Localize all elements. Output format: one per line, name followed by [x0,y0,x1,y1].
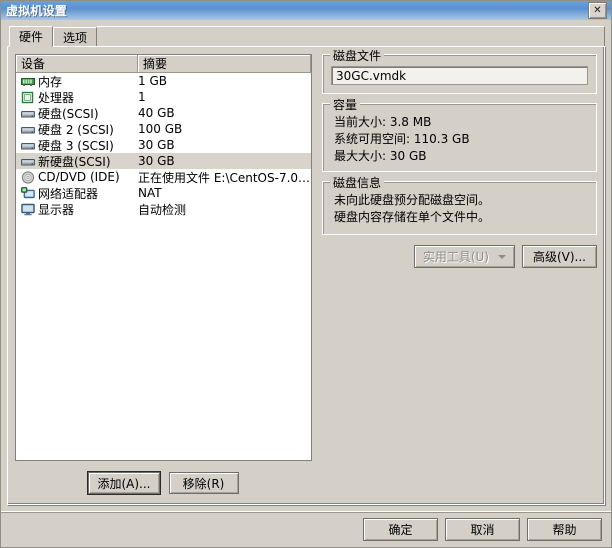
device-cell: CD/DVD (IDE) [21,170,138,184]
device-summary-label: NAT [138,186,162,200]
device-name-label: 显示器 [38,202,75,217]
device-cell: 网络适配器 [21,185,138,202]
device-cell: 处理器 [21,89,138,106]
memory-icon [21,75,35,88]
device-name-label: 内存 [38,74,63,89]
device-summary-label: 40 GB [138,106,175,120]
dialog-footer: 确定 取消 帮助 [1,511,611,547]
tab-strip-filler [97,26,605,46]
cddvd-icon [21,170,35,184]
device-row-4[interactable]: 硬盘 3 (SCSI) 30 GB [16,137,311,153]
harddisk-icon [21,107,35,120]
capacity-max-size: 最大大小: 30 GB [334,149,427,163]
device-summary-label: 100 GB [138,122,183,136]
column-header-summary[interactable]: 摘要 [138,55,311,72]
device-name-label: 硬盘(SCSI) [38,106,99,121]
device-row-7[interactable]: 网络适配器 NAT [16,185,311,201]
disk-file-group: 磁盘文件 30GC.vmdk [322,47,597,94]
help-button[interactable]: 帮助 [527,518,602,541]
device-row-0[interactable]: 内存 1 GB [16,73,311,89]
title-bar[interactable]: 虚拟机设置 ✕ [1,1,611,20]
device-cell: 硬盘 2 (SCSI) [21,121,138,138]
device-list-body: 内存 1 GB 处理器 1 硬盘(SCSI) 40 GB 硬盘 2 (SCSI) 100 GB… [16,73,311,460]
device-cell: 新硬盘(SCSI) [21,153,138,170]
add-button[interactable]: 添加(A)... [88,472,160,494]
chevron-down-icon [498,254,506,259]
device-name-label: CD/DVD (IDE) [38,170,120,184]
cancel-button[interactable]: 取消 [445,518,520,541]
device-name-label: 处理器 [38,90,75,105]
device-actions: 添加(A)... 移除(R) [15,461,312,498]
capacity-group-title: 容量 [330,96,361,113]
vm-settings-dialog: 虚拟机设置 ✕ 硬件 选项 设备 摘要 内存 1 GB 处理器 1 硬盘(SCS… [0,0,612,548]
device-summary-label: 30 GB [138,138,175,152]
disk-info-line-2: 硬盘内容存储在单个文件中。 [334,210,491,224]
device-list-header: 设备 摘要 [16,55,311,73]
capacity-current-size: 当前大小: 3.8 MB [334,115,432,129]
disk-info-line-1: 未向此硬盘预分配磁盘空间。 [334,193,491,207]
device-column: 设备 摘要 内存 1 GB 处理器 1 硬盘(SCSI) 40 GB 硬盘 2 (SCSI)… [15,54,312,498]
device-name-label: 硬盘 3 (SCSI) [38,138,114,153]
tab-hardware[interactable]: 硬件 [9,26,54,47]
device-summary-label: 1 [138,90,146,104]
close-icon[interactable]: ✕ [588,2,607,19]
panel-columns: 设备 摘要 内存 1 GB 处理器 1 硬盘(SCSI) 40 GB 硬盘 2 (SCSI)… [15,47,597,498]
network-icon [21,186,35,200]
device-row-3[interactable]: 硬盘 2 (SCSI) 100 GB [16,121,311,137]
device-summary-label: 1 GB [138,74,167,88]
capacity-group: 容量 当前大小: 3.8 MB 系统可用空间: 110.3 GB 最大大小: 3… [322,96,597,172]
tab-strip: 硬件 选项 [7,25,605,47]
disk-info-group-title: 磁盘信息 [330,174,385,191]
harddisk-icon [21,155,35,168]
display-icon [21,203,35,216]
hardware-tab-panel: 设备 摘要 内存 1 GB 处理器 1 硬盘(SCSI) 40 GB 硬盘 2 (SCSI)… [7,46,605,505]
disk-action-buttons: 实用工具(U) 高级(V)... [322,245,597,268]
disk-info-group: 磁盘信息 未向此硬盘预分配磁盘空间。 硬盘内容存储在单个文件中。 [322,174,597,235]
device-name-label: 网络适配器 [38,186,99,201]
disk-file-group-title: 磁盘文件 [330,47,385,64]
details-column: 磁盘文件 30GC.vmdk 容量 当前大小: 3.8 MB 系统可用空间: 1… [322,47,597,498]
device-row-5[interactable]: 新硬盘(SCSI) 30 GB [16,153,311,169]
tab-hardware-label: 硬件 [19,30,44,44]
advanced-button[interactable]: 高级(V)... [522,245,597,268]
device-row-2[interactable]: 硬盘(SCSI) 40 GB [16,105,311,121]
disk-file-input[interactable]: 30GC.vmdk [331,66,588,85]
device-cell: 硬盘 3 (SCSI) [21,137,138,154]
device-row-8[interactable]: 显示器 自动检测 [16,201,311,217]
cpu-icon [21,91,35,104]
capacity-system-free: 系统可用空间: 110.3 GB [334,132,470,146]
device-cell: 显示器 [21,201,138,218]
device-row-6[interactable]: CD/DVD (IDE) 正在使用文件 E:\CentOS-7.0-1406-..… [16,169,311,185]
harddisk-icon [21,123,35,136]
dialog-body: 硬件 选项 设备 摘要 内存 1 GB 处理器 1 硬盘(SCSI) 40 GB 硬盘 2 … [1,20,611,511]
ok-button[interactable]: 确定 [363,518,438,541]
device-cell: 内存 [21,73,138,90]
tab-options[interactable]: 选项 [53,27,98,46]
harddisk-icon [21,139,35,152]
window-title: 虚拟机设置 [6,4,68,18]
device-summary-label: 自动检测 [138,202,187,217]
utilities-button[interactable]: 实用工具(U) [413,245,515,268]
column-header-device[interactable]: 设备 [16,55,138,72]
tab-options-label: 选项 [63,30,88,45]
remove-button[interactable]: 移除(R) [168,472,239,494]
device-summary-label: 正在使用文件 E:\CentOS-7.0-1406-... [138,170,311,185]
device-name-label: 新硬盘(SCSI) [38,154,111,169]
device-name-label: 硬盘 2 (SCSI) [38,122,114,137]
device-summary-label: 30 GB [138,154,175,168]
device-cell: 硬盘(SCSI) [21,105,138,122]
utilities-button-label: 实用工具(U) [422,250,489,264]
device-list[interactable]: 设备 摘要 内存 1 GB 处理器 1 硬盘(SCSI) 40 GB 硬盘 2 (SCSI)… [15,54,312,461]
device-row-1[interactable]: 处理器 1 [16,89,311,105]
